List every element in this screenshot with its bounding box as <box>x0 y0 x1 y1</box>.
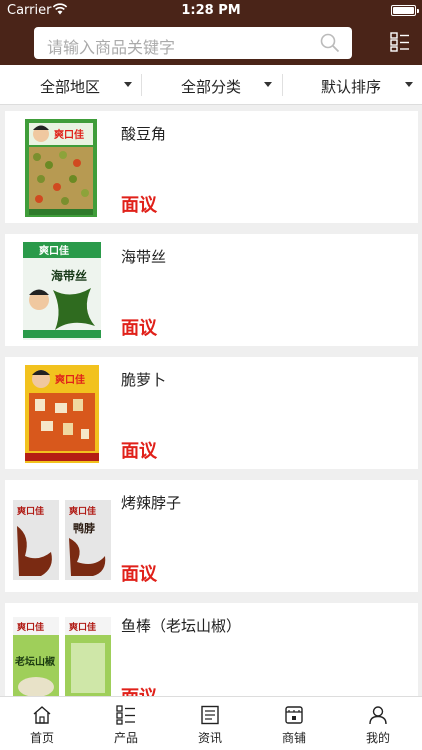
chevron-down-icon <box>405 82 413 87</box>
product-card[interactable]: 爽口佳 海带丝 海带丝 面议 <box>5 234 418 346</box>
product-name: 酸豆角 <box>121 125 167 143</box>
list-icon <box>116 705 135 725</box>
product-image-subtitle: 鸭脖 <box>73 521 95 535</box>
region-filter[interactable]: 全部地区 <box>0 65 140 105</box>
search-placeholder: 请输入商品关键字 <box>47 38 176 57</box>
clock-label: 1:28 PM <box>181 3 241 18</box>
product-image: 爽口佳 海带丝 <box>11 240 113 340</box>
product-card[interactable]: 爽口佳 爽口佳 鸭脖 烤辣脖子 面议 <box>5 480 418 592</box>
sort-filter[interactable]: 默认排序 <box>282 65 422 105</box>
product-price: 面议 <box>121 564 157 585</box>
tab-me-label: 我的 <box>365 731 390 745</box>
product-image-brand: 爽口佳 <box>17 621 44 633</box>
product-name: 烤辣脖子 <box>121 494 182 512</box>
product-image: 爽口佳 <box>11 117 113 217</box>
tab-store[interactable]: 商铺 <box>252 697 336 750</box>
bottom-tab-bar: 首页 产品 资讯 商铺 我的 <box>0 696 422 750</box>
tab-home[interactable]: 首页 <box>0 697 84 750</box>
product-card[interactable]: 爽口佳 脆萝卜 面议 <box>5 357 418 469</box>
status-bar: Carrier 1:28 PM <box>0 0 422 22</box>
user-icon <box>369 706 387 725</box>
product-image-brand: 爽口佳 <box>54 128 84 141</box>
product-price: 面议 <box>121 318 157 339</box>
product-image: 爽口佳 <box>11 363 113 463</box>
category-filter[interactable]: 全部分类 <box>141 65 281 105</box>
product-price: 面议 <box>121 683 157 696</box>
filter-bar: 全部地区 全部分类 默认排序 <box>0 65 422 105</box>
search-icon[interactable] <box>320 33 340 53</box>
product-name: 海带丝 <box>121 248 167 266</box>
tab-store-label: 商铺 <box>281 731 306 745</box>
tab-news[interactable]: 资讯 <box>168 697 252 750</box>
product-image-subtitle: 老坛山椒 <box>14 655 56 668</box>
product-image-brand: 爽口佳 <box>69 621 96 633</box>
product-image: 爽口佳 爽口佳 老坛山椒 <box>11 609 113 696</box>
tab-products-label: 产品 <box>113 731 138 745</box>
product-price: 面议 <box>121 441 157 462</box>
news-icon <box>201 705 219 725</box>
app-header: Carrier 1:28 PM 请输入商品关键字 <box>0 0 422 65</box>
sort-filter-label: 默认排序 <box>321 78 382 96</box>
product-list: 爽口佳 酸豆角 面议 爽口佳 海带丝 海带丝 面议 爽口佳 脆萝卜 面议 爽口佳… <box>0 106 422 696</box>
store-icon <box>285 706 303 724</box>
tab-products[interactable]: 产品 <box>84 697 168 750</box>
tab-me[interactable]: 我的 <box>336 697 420 750</box>
chevron-down-icon <box>124 82 132 87</box>
product-image-brand: 爽口佳 <box>55 373 85 386</box>
tab-news-label: 资讯 <box>197 731 222 745</box>
product-image-subtitle: 海带丝 <box>51 268 87 283</box>
chevron-down-icon <box>264 82 272 87</box>
product-image-brand: 爽口佳 <box>39 244 69 257</box>
product-price: 面议 <box>121 195 157 216</box>
product-name: 脆萝卜 <box>121 371 167 389</box>
home-icon <box>33 706 51 724</box>
product-image: 爽口佳 爽口佳 鸭脖 <box>11 486 113 586</box>
product-name: 鱼棒（老坛山椒） <box>121 617 242 635</box>
product-card[interactable]: 爽口佳 爽口佳 老坛山椒 鱼棒（老坛山椒） 面议 <box>5 603 418 696</box>
tab-home-label: 首页 <box>29 731 54 745</box>
product-image-brand: 爽口佳 <box>69 505 96 517</box>
category-menu-icon[interactable] <box>390 32 410 52</box>
category-filter-label: 全部分类 <box>181 78 242 96</box>
product-image-brand: 爽口佳 <box>17 505 44 517</box>
battery-icon <box>391 5 419 16</box>
product-card[interactable]: 爽口佳 酸豆角 面议 <box>5 111 418 223</box>
search-input[interactable]: 请输入商品关键字 <box>34 27 352 59</box>
region-filter-label: 全部地区 <box>40 78 101 96</box>
